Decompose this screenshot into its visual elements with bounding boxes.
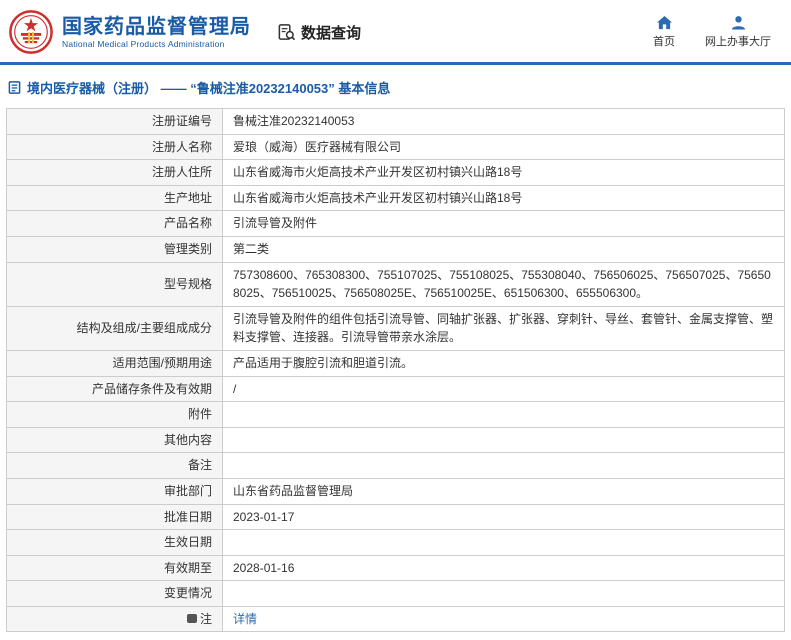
table-row: 注册人名称 爱琅（威海）医疗器械有限公司 <box>6 133 785 161</box>
row-label: 其他内容 <box>6 426 223 454</box>
brand-text: 国家药品监督管理局 National Medical Products Admi… <box>62 15 251 49</box>
table-row: 附件 <box>6 401 785 428</box>
row-value: 鲁械注准20232140053 <box>222 108 785 135</box>
breadcrumb-text: 境内医疗器械（注册） —— “鲁械注准20232140053” 基本信息 <box>27 81 391 96</box>
row-label: 产品名称 <box>6 210 223 237</box>
data-query-label: 数据查询 <box>301 24 362 42</box>
row-value: 详情 <box>222 605 785 633</box>
data-query-nav[interactable]: 数据查询 <box>277 22 361 43</box>
row-label: 结构及组成/主要组成成分 <box>6 305 223 351</box>
data-query-icon <box>277 23 296 42</box>
table-row: 型号规格 757308600、765308300、755107025、755108… <box>6 261 785 307</box>
row-label: 管理类别 <box>6 235 223 263</box>
table-row: 结构及组成/主要组成成分 引流导管及附件的组件包括引流导管、同轴扩张器、扩张器、穿… <box>6 305 785 351</box>
row-value: 757308600、765308300、755107025、755108025、… <box>222 261 785 307</box>
row-label: 有效期至 <box>6 554 223 582</box>
row-value <box>222 529 785 556</box>
online-hall-label: 网上办事大厅 <box>705 36 771 48</box>
row-value <box>222 580 785 607</box>
row-label: 注册证编号 <box>6 108 223 135</box>
detail-link[interactable]: 详情 <box>233 612 257 626</box>
home-icon <box>656 15 673 30</box>
row-label: 生产地址 <box>6 184 223 212</box>
row-label: 注册人住所 <box>6 159 223 186</box>
row-value <box>222 401 785 428</box>
site-brand: 国家药品监督管理局 National Medical Products Admi… <box>8 9 251 55</box>
row-value: 第二类 <box>222 235 785 263</box>
table-row: 生产地址 山东省威海市火炬高技术产业开发区初村镇兴山路18号 <box>6 184 785 212</box>
table-row: 有效期至 2028-01-16 <box>6 554 785 582</box>
table-row: 适用范围/预期用途 产品适用于腹腔引流和胆道引流。 <box>6 349 785 377</box>
row-label: 附件 <box>6 401 223 428</box>
row-label: 适用范围/预期用途 <box>6 349 223 377</box>
home-label: 首页 <box>653 36 675 48</box>
table-row: 生效日期 <box>6 529 785 556</box>
home-link[interactable]: 首页 <box>653 15 675 49</box>
table-row: 变更情况 <box>6 580 785 607</box>
row-value <box>222 452 785 479</box>
registration-info-table: 注册证编号 鲁械注准20232140053 注册人名称 爱琅（威海）医疗器械有限公司注… <box>6 108 785 633</box>
row-value: 引流导管及附件 <box>222 210 785 237</box>
table-row: 备注 <box>6 452 785 479</box>
online-hall-link[interactable]: 网上办事大厅 <box>705 15 771 49</box>
row-value: / <box>222 375 785 403</box>
row-label: 注 <box>6 605 223 633</box>
breadcrumb: 境内医疗器械（注册） —— “鲁械注准20232140053” 基本信息 <box>0 65 791 108</box>
table-row: 批准日期 2023-01-17 <box>6 503 785 531</box>
row-value: 引流导管及附件的组件包括引流导管、同轴扩张器、扩张器、穿刺针、导丝、套管针、金属… <box>222 305 785 351</box>
row-label: 注册人名称 <box>6 133 223 161</box>
row-value: 2028-01-16 <box>222 554 785 582</box>
national-emblem-icon <box>8 9 54 55</box>
table-row: 注册人住所 山东省威海市火炬高技术产业开发区初村镇兴山路18号 <box>6 159 785 186</box>
row-value: 山东省威海市火炬高技术产业开发区初村镇兴山路18号 <box>222 159 785 186</box>
table-row: 其他内容 <box>6 426 785 454</box>
row-value: 爱琅（威海）医疗器械有限公司 <box>222 133 785 161</box>
header-right-nav: 首页 网上办事大厅 <box>653 15 777 49</box>
breadcrumb-doc-icon <box>8 81 21 94</box>
row-label: 备注 <box>6 452 223 479</box>
site-subtitle: National Medical Products Administration <box>62 39 225 49</box>
row-value: 产品适用于腹腔引流和胆道引流。 <box>222 349 785 377</box>
row-label: 变更情况 <box>6 580 223 607</box>
site-title: 国家药品监督管理局 <box>62 16 251 38</box>
row-label: 产品储存条件及有效期 <box>6 375 223 403</box>
table-row: 产品名称 引流导管及附件 <box>6 210 785 237</box>
table-row: 管理类别 第二类 <box>6 235 785 263</box>
row-value: 山东省药品监督管理局 <box>222 477 785 505</box>
row-value: 2023-01-17 <box>222 503 785 531</box>
row-label: 批准日期 <box>6 503 223 531</box>
row-label: 型号规格 <box>6 261 223 307</box>
table-row: 产品储存条件及有效期 / <box>6 375 785 403</box>
note-icon <box>186 613 197 623</box>
row-label: 审批部门 <box>6 477 223 505</box>
info-table-body: 注册证编号 鲁械注准20232140053 注册人名称 爱琅（威海）医疗器械有限公司注… <box>6 108 785 633</box>
table-row: 审批部门 山东省药品监督管理局 <box>6 477 785 505</box>
table-row: 注册证编号 鲁械注准20232140053 <box>6 108 785 135</box>
user-icon <box>730 15 747 30</box>
table-row: 注详情 <box>6 605 785 633</box>
row-value <box>222 426 785 454</box>
page-header: 国家药品监督管理局 National Medical Products Admi… <box>0 0 791 62</box>
row-label: 生效日期 <box>6 529 223 556</box>
row-value: 山东省威海市火炬高技术产业开发区初村镇兴山路18号 <box>222 184 785 212</box>
